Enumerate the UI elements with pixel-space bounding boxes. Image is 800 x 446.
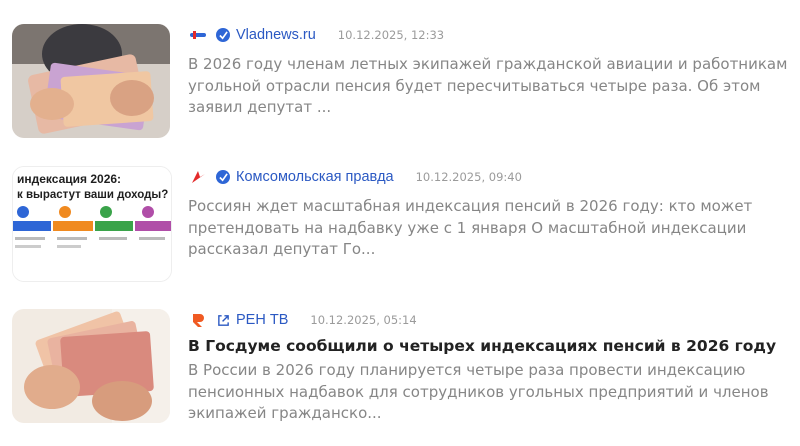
source-link[interactable]: Vladnews.ru	[236, 27, 316, 43]
news-thumbnail[interactable]: индексация 2026: к вырастут ваши доходы?	[12, 166, 172, 282]
news-snippet[interactable]: В России в 2026 году планируется четыре …	[188, 360, 792, 425]
news-headline[interactable]: В Госдуме сообщили о четырех индексациях…	[188, 336, 792, 356]
news-snippet[interactable]: В 2026 году членам летных экипажей гражд…	[188, 54, 792, 119]
timestamp: 10.12.2025, 12:33	[337, 28, 445, 42]
timestamp: 10.12.2025, 09:40	[415, 170, 522, 184]
svg-text:индексация 2026:: индексация 2026:	[17, 172, 121, 186]
news-thumbnail[interactable]	[12, 24, 170, 138]
source-link[interactable]: Комсомольская правда	[236, 169, 394, 185]
kp-logo-icon	[188, 167, 208, 187]
news-feed: Vladnews.ru 10.12.2025, 12:33 В 2026 год…	[0, 0, 800, 446]
news-item[interactable]: Vladnews.ru 10.12.2025, 12:33 В 2026 год…	[12, 24, 792, 140]
timestamp: 10.12.2025, 05:14	[310, 313, 417, 327]
verified-icon	[216, 170, 230, 184]
news-thumbnail[interactable]	[12, 309, 170, 423]
vladnews-logo-icon	[188, 25, 208, 45]
news-snippet[interactable]: Россиян ждет масштабная индексация пенси…	[188, 196, 792, 261]
news-item[interactable]: индексация 2026: к вырастут ваши доходы?	[12, 166, 792, 282]
external-link-icon	[216, 313, 230, 327]
rentv-logo-icon	[188, 310, 208, 330]
verified-icon	[216, 28, 230, 42]
source-link[interactable]: РЕН ТВ	[236, 312, 288, 328]
news-item[interactable]: РЕН ТВ 10.12.2025, 05:14 В Госдуме сообщ…	[12, 309, 792, 425]
svg-text:к вырастут ваши доходы?: к вырастут ваши доходы?	[17, 189, 168, 201]
